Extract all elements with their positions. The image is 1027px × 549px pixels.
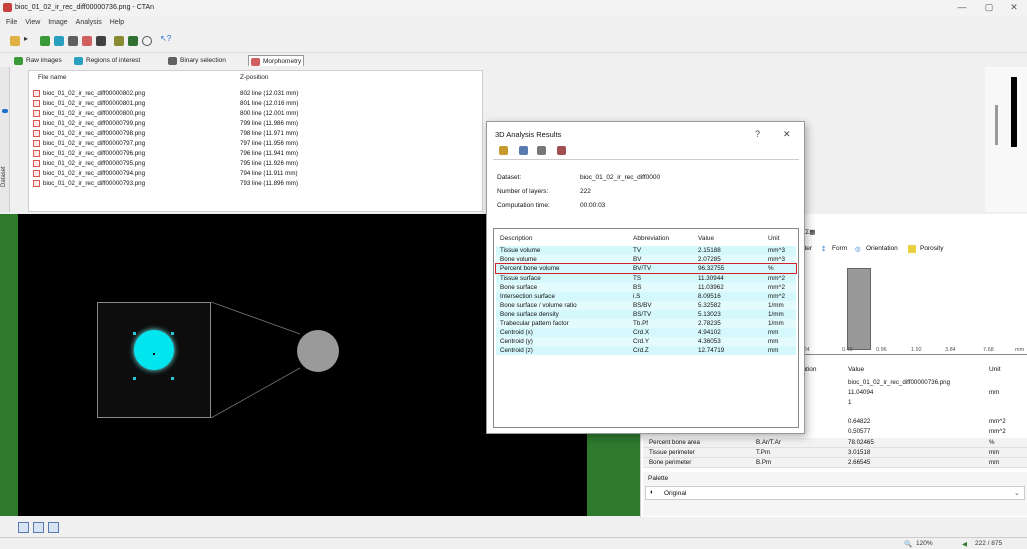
layers-label: Number of layers: <box>497 188 549 195</box>
value-header[interactable]: Value <box>698 235 714 242</box>
abbreviation-header[interactable]: Abbreviation <box>633 235 669 242</box>
zoom-icon: 🔍 <box>904 541 913 548</box>
dataset-value: bioc_01_02_ir_rec_diff0000 <box>580 174 661 181</box>
zoomed-cross-section <box>297 330 339 372</box>
table-row-highlighted[interactable]: Percent bone volume BV/TV 96.32755% <box>495 263 797 274</box>
bone-cross-section <box>134 330 174 370</box>
tick-label: 1.92 <box>911 347 922 353</box>
table-row[interactable]: Bone surface density BS/TV 5.13023 1/mm <box>496 310 796 319</box>
dialog-title: 3D Analysis Results <box>495 130 562 139</box>
tick-label: mm <box>1015 347 1025 353</box>
histogram: 0.24 0.48 0.96 1.92 3.84 7.68 mm <box>790 258 1027 368</box>
table-row[interactable]: 0.64822 mm^2 <box>790 417 1027 427</box>
view-split-icon[interactable] <box>33 522 44 533</box>
table-row[interactable]: Centroid (x) Crd.X 4.94102 mm <box>496 328 796 337</box>
roi-center <box>153 353 155 355</box>
table-row[interactable]: Centroid (z) Crd.Z 12.74719 mm <box>496 346 796 355</box>
tab-porosity[interactable]: Porosity <box>920 245 943 252</box>
tick-label: 0.96 <box>876 347 887 353</box>
status-bar: 🔍 120% ◀ 222 / 875 <box>0 537 1027 549</box>
table-row[interactable]: Trabecular pattern factor Tb.Pf 2.78235 1/m… <box>496 319 796 328</box>
dataset-label: Dataset: <box>497 174 522 181</box>
histogram-axis <box>790 354 1027 355</box>
table-row[interactable]: bioc_01_02_ir_rec_diff00000736.png <box>790 378 1027 388</box>
roi-handle[interactable] <box>171 332 174 335</box>
table-row[interactable]: Tissue perimeter T.Pm 3.01518 mm <box>643 448 1027 458</box>
orientation-icon: ◎ <box>855 246 861 253</box>
help-button[interactable]: ? <box>755 129 760 139</box>
palette-select[interactable]: ◐ Original ⌄ <box>645 486 1025 500</box>
layers-value: 222 <box>580 188 591 195</box>
description-header[interactable]: Description <box>500 235 533 242</box>
roi-handle[interactable] <box>133 332 136 335</box>
time-label: Computation time: <box>497 202 550 209</box>
morph-tabs: imeter ⁑ Form ◎ Orientation Porosity <box>790 244 1027 256</box>
palette-icon: ◐ <box>650 489 655 496</box>
porosity-icon <box>908 245 916 253</box>
tick-label: 3.84 <box>945 347 956 353</box>
histogram-bar <box>847 268 871 350</box>
sum-icon[interactable]: Σ▦ <box>805 229 815 236</box>
unit-header[interactable]: Unit <box>989 366 1001 373</box>
table-row[interactable]: Bone surface / volume ratio BS/BV 5.32582 1… <box>496 301 796 310</box>
tick-label: 0.48 <box>842 347 853 353</box>
dialog-divider <box>493 159 799 160</box>
table-row[interactable]: Bone perimeter B.Pm 2.66545 mm <box>643 458 1027 468</box>
analysis-table: Description Abbreviation Value Unit Tiss… <box>493 228 799 428</box>
export-icon[interactable] <box>557 146 566 155</box>
view-list-icon[interactable] <box>48 522 59 533</box>
view-single-icon[interactable] <box>18 522 29 533</box>
table-row[interactable]: Percent bone area B.Ar/T.Ar 78.02465% <box>643 438 1027 448</box>
chevron-down-icon: ⌄ <box>1014 490 1020 497</box>
table-row[interactable]: Bone volume BV 2.07285 mm^3 <box>496 255 796 264</box>
slice-counter: 222 / 875 <box>975 540 1003 547</box>
value-header[interactable]: Value <box>848 366 864 373</box>
palette-section: Palette ◐ Original ⌄ <box>643 472 1027 516</box>
dialog-close-button[interactable]: ✕ <box>783 129 791 140</box>
tab-orientation[interactable]: Orientation <box>866 245 898 252</box>
time-value: 00:00:03 <box>580 202 606 209</box>
print-icon[interactable] <box>537 146 546 155</box>
copy-icon[interactable] <box>499 146 508 155</box>
table-row[interactable]: 1 <box>790 398 1027 408</box>
table-row[interactable]: Bone surface BS 11.03962 mm^2 <box>496 283 796 292</box>
table-row[interactable]: 0.50577 mm^2 <box>790 427 1027 437</box>
slice-icon: ◀ <box>962 541 967 548</box>
table-row[interactable]: Tissue surface TS 11.30944 mm^2 <box>496 274 796 283</box>
zoom-level: 120% <box>916 540 933 547</box>
results-lower-rows: Percent bone area B.Ar/T.Ar 78.02465% Tiss… <box>643 438 1027 468</box>
table-row[interactable]: Tissue volume TV 2.15188 mm^3 <box>496 246 796 255</box>
table-row[interactable]: Intersection surface i.S 8.09516 mm^2 <box>496 292 796 301</box>
table-row[interactable]: Centroid (y) Crd.Y 4.36053 mm <box>496 337 796 346</box>
palette-label: Palette <box>648 475 669 482</box>
tab-form[interactable]: Form <box>832 245 847 252</box>
tick-label: 7.68 <box>983 347 994 353</box>
palette-value: Original <box>664 490 687 497</box>
bottom-toolbar <box>0 518 1027 537</box>
form-icon: ⁑ <box>822 246 826 253</box>
unit-header[interactable]: Unit <box>768 235 780 242</box>
roi-handle[interactable] <box>133 377 136 380</box>
table-row[interactable]: 11.04094 mm <box>790 388 1027 398</box>
roi-handle[interactable] <box>171 377 174 380</box>
save-icon[interactable] <box>519 146 528 155</box>
analysis-results-dialog: 3D Analysis Results ? ✕ Dataset: bioc_01… <box>486 121 805 434</box>
